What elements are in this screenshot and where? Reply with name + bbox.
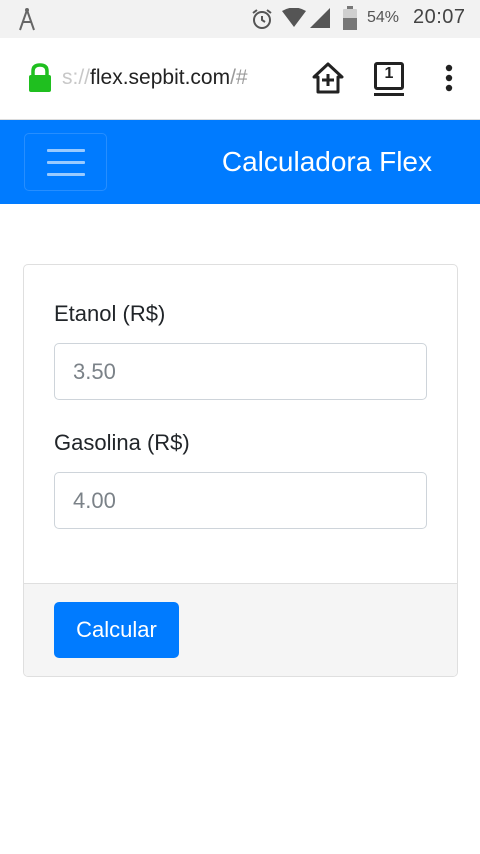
navbar-brand[interactable]: Calculadora Flex [222,146,432,178]
url-scheme: s:// [62,66,91,89]
hamburger-icon-bar [47,161,85,164]
etanol-label: Etanol (R$) [54,301,166,326]
calcular-button[interactable]: Calcular [54,602,179,658]
wifi-icon [282,8,306,27]
address-bar[interactable]: s://flex.sepbit.com/# [62,66,284,92]
add-to-home-icon[interactable] [310,60,346,96]
card-footer: Calcular [24,583,457,676]
signal-icon [19,8,35,31]
battery-percent: 54% [367,9,400,26]
gasolina-input[interactable] [54,472,427,529]
url-host: flex.sepbit.com [90,66,231,89]
alarm-icon [252,9,272,29]
browser-toolbar: s://flex.sepbit.com/# 1 [0,38,480,120]
tab-count: 1 [384,65,394,82]
lock-icon[interactable] [27,63,53,93]
navbar-toggler-button[interactable] [24,133,107,191]
overflow-menu-icon[interactable] [440,60,458,96]
calculator-card: Etanol (R$) Gasolina (R$) Calcular [23,264,458,677]
etanol-input[interactable] [54,343,427,400]
tab-switcher-button[interactable]: 1 [372,60,406,96]
gasolina-label: Gasolina (R$) [54,430,190,455]
tab-switcher-underline [374,93,404,96]
cellular-icon [310,8,330,28]
url-path: /# [230,66,248,89]
status-bar: 54% 20:07 [0,0,480,38]
battery-icon [343,6,357,30]
navbar: Calculadora Flex [0,120,480,204]
hamburger-icon-bar [47,149,85,152]
hamburger-icon-bar [47,173,85,176]
clock: 20:07 [413,6,466,28]
